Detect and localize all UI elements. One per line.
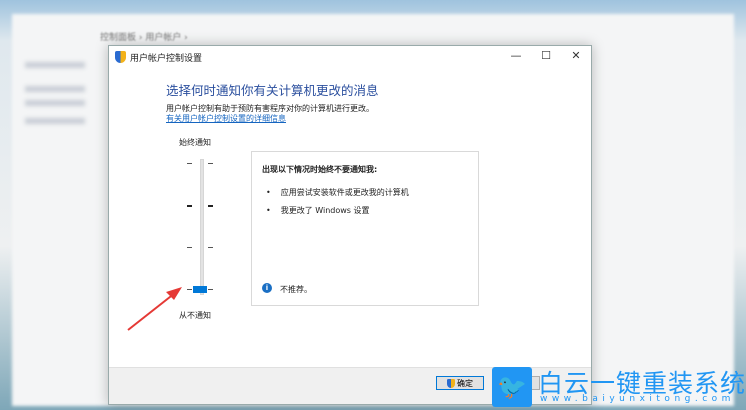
twitter-bird-logo-icon: 🐦 [492, 367, 532, 407]
annotation-arrow [127, 287, 182, 331]
watermark-url: www.baiyunxitong.com [540, 394, 735, 404]
